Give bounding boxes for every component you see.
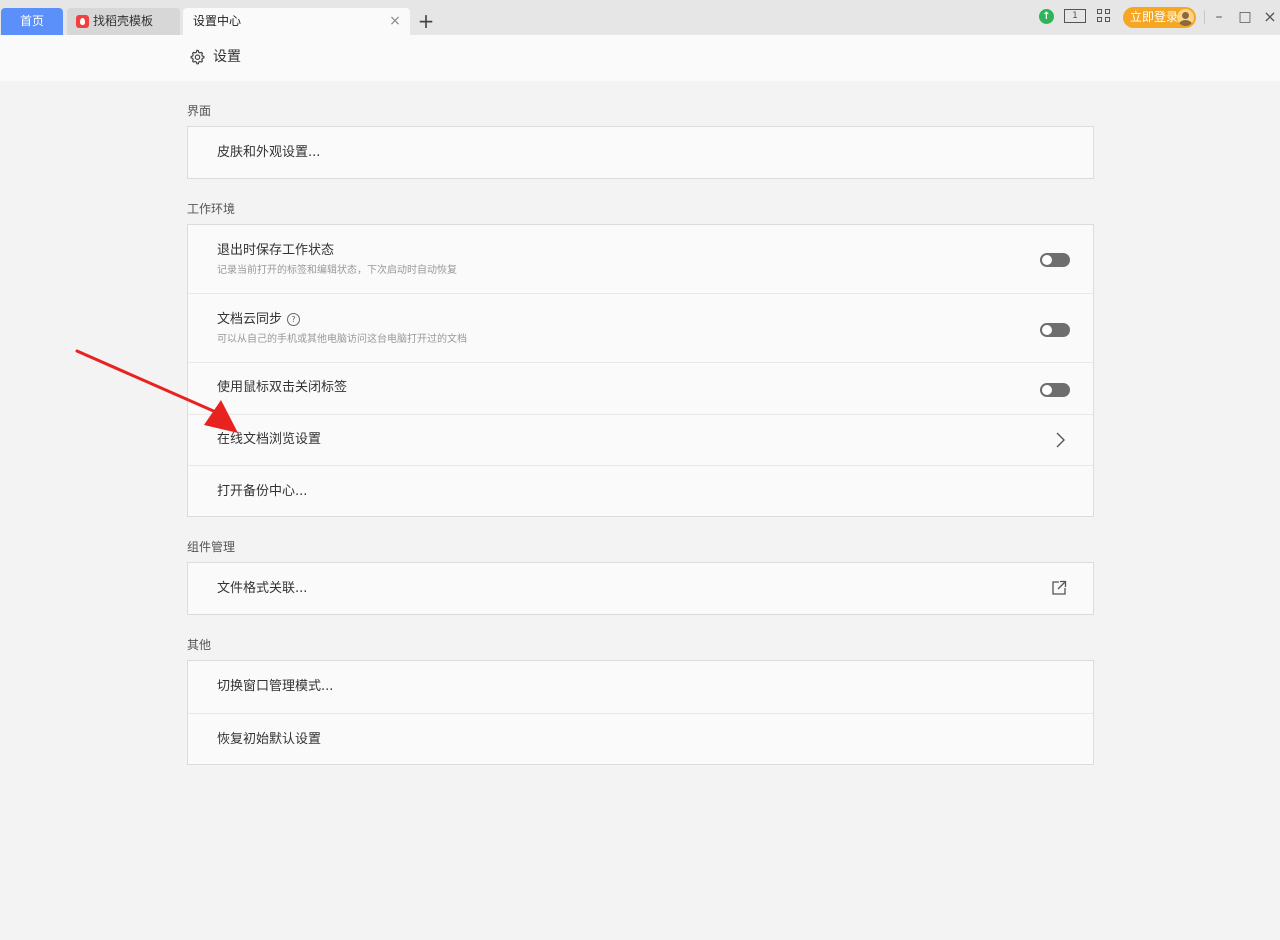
- row-window-mode-label: 切换窗口管理模式...: [217, 679, 334, 694]
- toggle-cloud-sync[interactable]: [1040, 323, 1070, 337]
- tab-home[interactable]: 首页: [1, 8, 63, 35]
- annotation-arrow-icon: [75, 349, 238, 433]
- section-title-components: 组件管理: [187, 540, 236, 554]
- row-backup-center-label: 打开备份中心...: [217, 484, 308, 499]
- minimize-icon[interactable]: –: [1212, 7, 1226, 27]
- tab-template[interactable]: 找稻壳模板: [67, 8, 180, 35]
- row-file-assoc[interactable]: 文件格式关联...: [188, 563, 1093, 614]
- row-save-state-label: 退出时保存工作状态: [217, 243, 335, 258]
- row-window-mode[interactable]: 切换窗口管理模式...: [188, 661, 1093, 713]
- settings-header: 设置: [0, 35, 1280, 81]
- row-save-state-desc: 记录当前打开的标签和编辑状态，下次启动时自动恢复: [217, 265, 457, 276]
- card-other: 切换窗口管理模式... 恢复初始默认设置: [187, 660, 1094, 765]
- card-interface: 皮肤和外观设置...: [187, 126, 1094, 179]
- row-cloud-sync: 文档云同步? 可以从自己的手机或其他电脑访问这台电脑打开过的文档: [188, 293, 1093, 362]
- tab-settings-label: 设置中心: [193, 14, 242, 28]
- login-button[interactable]: 立即登录: [1123, 7, 1196, 28]
- chevron-right-icon: [1056, 432, 1065, 448]
- toolbar-divider: [1204, 10, 1205, 24]
- row-double-click-close: 使用鼠标双击关闭标签: [188, 362, 1093, 414]
- close-window-icon[interactable]: ×: [1263, 7, 1277, 27]
- help-icon[interactable]: ?: [287, 313, 301, 326]
- row-restore-defaults-label: 恢复初始默认设置: [217, 732, 322, 747]
- avatar-icon: [1177, 9, 1194, 26]
- add-tab-icon[interactable]: +: [416, 8, 436, 35]
- row-online-browse[interactable]: 在线文档浏览设置: [188, 414, 1093, 465]
- row-save-state: 退出时保存工作状态 记录当前打开的标签和编辑状态，下次启动时自动恢复: [188, 225, 1093, 293]
- maximize-icon[interactable]: □: [1238, 7, 1252, 27]
- tab-bar: 首页 找稻壳模板 设置中心 × + ↑ 1 立即登录 – □ ×: [0, 0, 1280, 35]
- login-button-label: 立即登录: [1130, 10, 1179, 24]
- row-skin[interactable]: 皮肤和外观设置...: [188, 127, 1093, 178]
- card-components: 文件格式关联...: [187, 562, 1094, 615]
- tab-close-icon[interactable]: ×: [388, 8, 402, 35]
- row-backup-center[interactable]: 打开备份中心...: [188, 465, 1093, 516]
- section-title-workspace: 工作环境: [187, 202, 236, 216]
- row-cloud-sync-label: 文档云同步?: [217, 311, 301, 329]
- section-title-interface: 界面: [187, 104, 212, 118]
- apps-grid-icon[interactable]: [1097, 9, 1111, 23]
- card-workspace: 退出时保存工作状态 记录当前打开的标签和编辑状态，下次启动时自动恢复 文档云同步…: [187, 224, 1094, 517]
- toggle-double-click-close[interactable]: [1040, 383, 1070, 397]
- row-restore-defaults[interactable]: 恢复初始默认设置: [188, 713, 1093, 764]
- tab-template-label: 找稻壳模板: [93, 14, 154, 28]
- gear-icon: [190, 49, 205, 65]
- tab-settings[interactable]: 设置中心 ×: [183, 8, 410, 35]
- toggle-save-state[interactable]: [1040, 253, 1070, 267]
- page-title: 设置: [213, 49, 241, 65]
- cloud-sync-text: 文档云同步: [217, 312, 283, 327]
- row-cloud-sync-desc: 可以从自己的手机或其他电脑访问这台电脑打开过的文档: [217, 334, 467, 345]
- reading-mode-icon[interactable]: 1: [1064, 9, 1086, 23]
- row-file-assoc-label: 文件格式关联...: [217, 581, 308, 596]
- row-skin-label: 皮肤和外观设置...: [217, 145, 321, 160]
- section-title-other: 其他: [187, 638, 212, 652]
- external-link-icon: [1052, 580, 1067, 595]
- upload-arrow-icon[interactable]: ↑: [1039, 9, 1054, 24]
- docer-logo-icon: [76, 15, 89, 28]
